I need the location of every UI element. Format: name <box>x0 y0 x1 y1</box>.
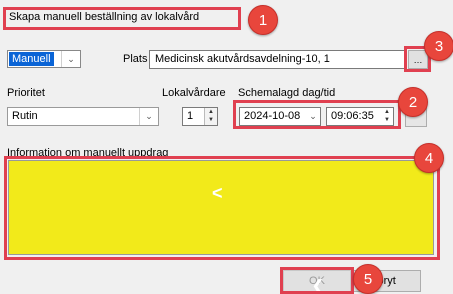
chevron-down-icon[interactable]: ⌄ <box>61 51 80 67</box>
callout-badge-5: 5 <box>353 264 383 294</box>
location-label: Plats <box>123 53 148 65</box>
callout-badge-1: 1 <box>248 5 278 35</box>
callout-box-1 <box>3 7 241 30</box>
order-type-combo[interactable]: Manuell ⌄ <box>7 50 81 68</box>
priority-label: Prioritet <box>7 87 45 99</box>
callout-badge-4: 4 <box>414 143 444 173</box>
chevron-down-icon[interactable]: ⌄ <box>139 108 158 125</box>
cleaners-value: 1 <box>187 110 194 122</box>
priority-combo[interactable]: Rutin ⌄ <box>7 107 159 126</box>
order-type-value: Manuell <box>9 52 54 66</box>
callout-badge-3: 3 <box>424 31 453 61</box>
priority-value: Rutin <box>12 110 38 122</box>
cleaners-label: Lokalvårdare <box>162 87 226 99</box>
callout-badge-2: 2 <box>398 87 428 117</box>
location-field[interactable]: Medicinsk akutvårdsavdelning-10, 1 <box>149 50 405 69</box>
stepper-arrows-icon[interactable]: ▲ ▼ <box>204 108 217 125</box>
schedule-label: Schemalagd dag/tid <box>238 87 336 99</box>
callout-box-2 <box>233 100 401 129</box>
callout-box-5 <box>280 267 354 294</box>
callout-box-4 <box>4 156 440 260</box>
cleaners-stepper[interactable]: 1 ▲ ▼ <box>182 107 218 126</box>
location-value: Medicinsk akutvårdsavdelning-10, 1 <box>155 53 330 65</box>
